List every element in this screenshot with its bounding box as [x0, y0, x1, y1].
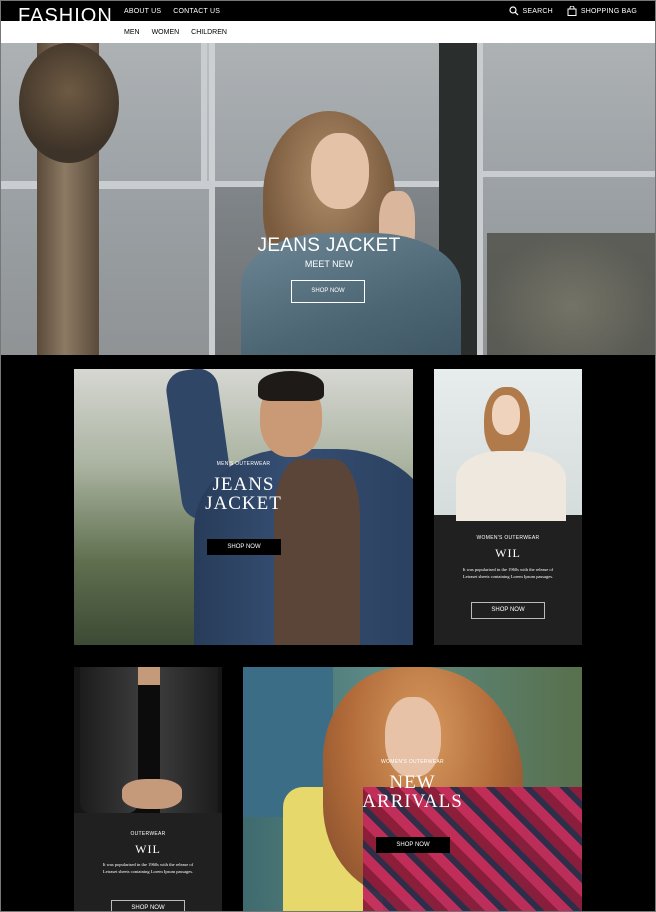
- nav-men[interactable]: MEN: [124, 28, 140, 37]
- hero-subtitle: MEET NEW: [304, 259, 354, 269]
- womens-card-text-line2: Letraset sheets containing Lorem Ipsum p…: [462, 574, 554, 579]
- arrivals-shop-now-button[interactable]: SHOP NOW: [376, 837, 450, 853]
- outerwear-card-text-line1: It was popularised in the 1960s with the…: [102, 862, 194, 867]
- mens-shop-now-button[interactable]: SHOP NOW: [207, 539, 281, 555]
- arrivals-title-line1: NEW: [389, 772, 436, 793]
- man-hair: [258, 371, 324, 401]
- woman-face: [492, 395, 520, 435]
- hero-title: JEANS JACKET: [257, 235, 401, 256]
- woman-sweater: [456, 451, 566, 521]
- outerwear-shop-now-button[interactable]: SHOP NOW: [111, 900, 185, 911]
- outerwear-card-category: OUTERWEAR: [130, 831, 166, 837]
- contact-us-link[interactable]: CONTACT US: [173, 7, 220, 16]
- womens-card-category: WOMEN'S OUTERWEAR: [476, 535, 540, 541]
- womens-shop-now-button[interactable]: SHOP NOW: [471, 602, 545, 619]
- new-arrivals-card[interactable]: WOMEN'S OUTERWEAR NEW ARRIVALS SHOP NOW: [243, 667, 582, 911]
- hero-shop-now-button[interactable]: SHOP NOW: [291, 280, 365, 303]
- window-pane: [1, 183, 215, 355]
- top-bar: FASHION ABOUT US CONTACT US SEARCH SHOPP…: [1, 1, 655, 21]
- shopping-bag-label: SHOPPING BAG: [580, 7, 637, 15]
- hero-banner: JEANS JACKET MEET NEW SHOP NOW: [1, 43, 655, 355]
- womens-outerwear-card[interactable]: WOMEN'S OUTERWEAR WIL It was popularised…: [434, 369, 582, 645]
- window-pane: [477, 43, 655, 177]
- womens-card-text-line1: It was popularised in the 1960s with the…: [462, 567, 554, 572]
- outerwear-card-text-line2: Letraset sheets containing Lorem Ipsum p…: [102, 869, 194, 874]
- womens-card-title: WIL: [495, 546, 521, 560]
- arrivals-title-line2: ARRIVALS: [362, 791, 463, 812]
- brand-logo[interactable]: FASHION: [18, 3, 113, 21]
- mens-card-category: MEN'S OUTERWEAR: [216, 461, 271, 467]
- mens-outerwear-card[interactable]: MEN'S OUTERWEAR JEANS JACKET SHOP NOW: [74, 369, 413, 645]
- search-icon: [508, 6, 518, 16]
- category-nav: MEN WOMEN CHILDREN: [1, 21, 655, 43]
- search-button[interactable]: SEARCH: [508, 6, 553, 16]
- outerwear-card[interactable]: OUTERWEAR WIL It was popularised in the …: [74, 667, 222, 911]
- palm-top: [19, 43, 119, 163]
- model-face: [311, 133, 369, 209]
- shopping-bag-button[interactable]: SHOPPING BAG: [567, 6, 637, 16]
- about-us-link[interactable]: ABOUT US: [124, 7, 161, 16]
- nav-women[interactable]: WOMEN: [152, 28, 180, 37]
- top-nav: ABOUT US CONTACT US: [124, 7, 220, 16]
- hands: [122, 779, 182, 809]
- mens-card-title-line2: JACKET: [205, 493, 282, 514]
- model-face: [385, 697, 441, 777]
- arrivals-card-category: WOMEN'S OUTERWEAR: [381, 759, 444, 765]
- search-label: SEARCH: [522, 7, 553, 15]
- page: FASHION ABOUT US CONTACT US SEARCH SHOPP…: [0, 0, 656, 912]
- womens-card-image: [434, 369, 582, 521]
- nav-children[interactable]: CHILDREN: [191, 28, 227, 37]
- outerwear-card-title: WIL: [135, 842, 161, 856]
- header-actions: SEARCH SHOPPING BAG: [508, 6, 637, 16]
- mens-card-title-line1: JEANS: [212, 474, 275, 495]
- outerwear-card-image: [74, 667, 222, 813]
- shopping-bag-icon: [567, 6, 577, 16]
